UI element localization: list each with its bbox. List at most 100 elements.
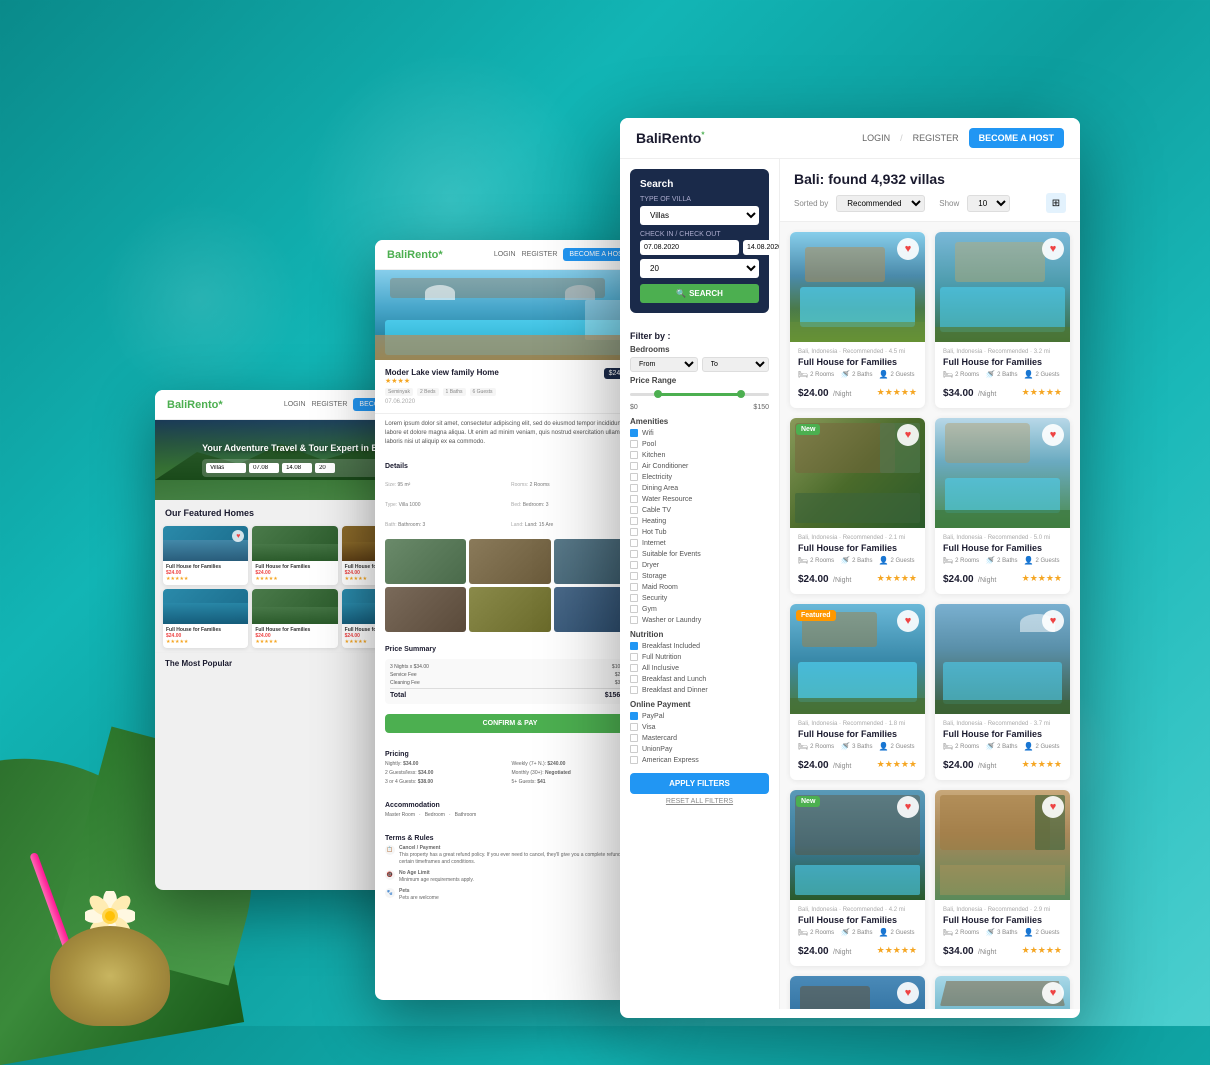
villa-heart-4[interactable]: ♥	[1042, 424, 1064, 446]
main-hero-text: Your Adventure Travel & Tour Expert in B…	[202, 443, 388, 478]
amenity-wifi-checkbox[interactable]	[630, 429, 638, 437]
results-login-link[interactable]: LOGIN	[862, 133, 890, 143]
home-card-5[interactable]: Full House for Families $24.00 ★★★★★	[252, 589, 337, 648]
grid-toggle-icon[interactable]: ⊞	[1046, 193, 1066, 213]
amenity-dryer-checkbox[interactable]	[630, 561, 638, 569]
hero-type-input[interactable]	[206, 463, 246, 473]
guests-select[interactable]: 20	[640, 259, 759, 278]
villa-heart-1[interactable]: ♥	[897, 238, 919, 260]
bedrooms-range: From To	[630, 357, 769, 372]
home-card-4[interactable]: Full House for Families $24.00 ★★★★★	[163, 589, 248, 648]
amenity-washer-checkbox[interactable]	[630, 616, 638, 624]
search-button[interactable]: 🔍 SEARCH	[640, 284, 759, 303]
villa-card-3[interactable]: New ♥ Bali, Indonesia · Recommended · 2.…	[790, 418, 925, 594]
villa-card-2[interactable]: ♥ Bali, Indonesia · Recommended · 3.2 mi…	[935, 232, 1070, 408]
booking-thumb-4[interactable]	[385, 587, 466, 632]
sort-select[interactable]: Recommended	[836, 195, 925, 212]
main-register-link[interactable]: REGISTER	[312, 401, 348, 408]
villa-bottom-7: $24.00 /Night ★★★★★	[798, 941, 917, 959]
villa-heart-2[interactable]: ♥	[1042, 238, 1064, 260]
villa-card-10[interactable]: ♥ Bali, Indonesia · Recommended · 3.4 mi…	[935, 976, 1070, 1009]
amenity-pool-checkbox[interactable]	[630, 440, 638, 448]
payment-visa-checkbox[interactable]	[630, 723, 638, 731]
hero-checkout-input[interactable]	[282, 463, 312, 473]
amenity-kitchen-checkbox[interactable]	[630, 451, 638, 459]
booking-thumb-5[interactable]	[469, 587, 550, 632]
amenity-dryer: Dryer	[630, 561, 769, 569]
amenity-ac-checkbox[interactable]	[630, 462, 638, 470]
nutrition-bdinner-checkbox[interactable]	[630, 686, 638, 694]
amenity-hottub: Hot Tub	[630, 528, 769, 536]
home-card-2[interactable]: Full House for Families $24.00 ★★★★★	[252, 526, 337, 585]
confirm-pay-button[interactable]: CONFIRM & PAY	[385, 714, 635, 733]
villa-name-8: Full House for Families	[943, 915, 1062, 925]
booking-login-link[interactable]: LOGIN	[494, 251, 516, 258]
villa-bottom-3: $24.00 /Night ★★★★★	[798, 569, 917, 587]
amenity-maidroom-checkbox[interactable]	[630, 583, 638, 591]
villa-heart-7[interactable]: ♥	[897, 796, 919, 818]
payment-unionpay-checkbox[interactable]	[630, 745, 638, 753]
villa-card-7[interactable]: New ♥ Bali, Indonesia · Recommended · 4.…	[790, 790, 925, 966]
villa-heart-10[interactable]: ♥	[1042, 982, 1064, 1004]
amenity-water-checkbox[interactable]	[630, 495, 638, 503]
nutrition-title: Nutrition	[630, 630, 769, 639]
amenity-events-checkbox[interactable]	[630, 550, 638, 558]
results-register-link[interactable]: REGISTER	[913, 133, 959, 143]
booking-thumb-2[interactable]	[469, 539, 550, 584]
home-card-1[interactable]: ♥ Full House for Families $24.00 ★★★★★	[163, 526, 248, 585]
reset-filters-link[interactable]: RESET ALL FILTERS	[630, 798, 769, 805]
villa-heart-9[interactable]: ♥	[897, 982, 919, 1004]
payment-amex-checkbox[interactable]	[630, 756, 638, 764]
villa-heart-3[interactable]: ♥	[897, 424, 919, 446]
villa-badge-3: New	[796, 424, 820, 435]
villa-card-8[interactable]: ♥ Bali, Indonesia · Recommended · 2.9 mi…	[935, 790, 1070, 966]
amenity-hottub-checkbox[interactable]	[630, 528, 638, 536]
price-range-thumb-left[interactable]	[654, 390, 662, 398]
price-row-service: Service Fee $20.00	[390, 672, 630, 678]
apply-filters-button[interactable]: APPLY FILTERS	[630, 773, 769, 794]
price-range-track[interactable]	[630, 393, 769, 396]
amenity-heating-checkbox[interactable]	[630, 517, 638, 525]
nutrition-blunch-checkbox[interactable]	[630, 675, 638, 683]
main-login-link[interactable]: LOGIN	[284, 401, 306, 408]
amenity-gym-checkbox[interactable]	[630, 605, 638, 613]
show-select[interactable]: 10	[967, 195, 1010, 212]
nutrition-inclusive-checkbox[interactable]	[630, 664, 638, 672]
villa-card-6[interactable]: ♥ Bali, Indonesia · Recommended · 3.7 mi…	[935, 604, 1070, 780]
amenity-security-checkbox[interactable]	[630, 594, 638, 602]
villa-card-4[interactable]: ♥ Bali, Indonesia · Recommended · 5.0 mi…	[935, 418, 1070, 594]
villa-features-7: 🛏 2 Rooms 🚿 2 Baths 👤 2 Guests	[798, 928, 917, 937]
villa-card-5[interactable]: Featured ♥ Bali, Indonesia · Recommended…	[790, 604, 925, 780]
checkin-input[interactable]	[640, 240, 739, 255]
villa-heart-8[interactable]: ♥	[1042, 796, 1064, 818]
villa-card-1[interactable]: ♥ Bali, Indonesia · Recommended · 4.5 mi…	[790, 232, 925, 408]
amenity-dining-checkbox[interactable]	[630, 484, 638, 492]
checkout-input[interactable]	[743, 240, 780, 255]
bedrooms-from-select[interactable]: From	[630, 357, 698, 372]
villa-heart-6[interactable]: ♥	[1042, 610, 1064, 632]
hero-checkin-input[interactable]	[249, 463, 279, 473]
bedrooms-to-select[interactable]: To	[702, 357, 770, 372]
amenity-electricity-checkbox[interactable]	[630, 473, 638, 481]
results-become-host-btn[interactable]: BECOME A HOST	[969, 128, 1064, 148]
amenity-internet-checkbox[interactable]	[630, 539, 638, 547]
amenity-washer: Washer or Laundry	[630, 616, 769, 624]
booking-thumb-1[interactable]	[385, 539, 466, 584]
nutrition-breakfast-checkbox[interactable]	[630, 642, 638, 650]
villa-bottom-4: $24.00 /Night ★★★★★	[943, 569, 1062, 587]
booking-register-link[interactable]: REGISTER	[522, 251, 558, 258]
villa-bottom-2: $34.00 /Night ★★★★★	[943, 383, 1062, 401]
amenity-cabletv-checkbox[interactable]	[630, 506, 638, 514]
villa-card-9[interactable]: ♥ Bali, Indonesia · Recommended · 6.1 mi…	[790, 976, 925, 1009]
price-range-thumb-right[interactable]	[737, 390, 745, 398]
payment-paypal-checkbox[interactable]	[630, 712, 638, 720]
hero-guests-input[interactable]	[315, 463, 335, 473]
amenity-storage-checkbox[interactable]	[630, 572, 638, 580]
villa-badge-7: New	[796, 796, 820, 807]
villa-type-select[interactable]: Villas	[640, 206, 759, 225]
nutrition-full-checkbox[interactable]	[630, 653, 638, 661]
villa-heart-5[interactable]: ♥	[897, 610, 919, 632]
villa-bottom-1: $24.00 /Night ★★★★★	[798, 383, 917, 401]
payment-mastercard-checkbox[interactable]	[630, 734, 638, 742]
terms-section: Terms & Rules 📋 Cancel / Payment This pr…	[375, 823, 645, 912]
